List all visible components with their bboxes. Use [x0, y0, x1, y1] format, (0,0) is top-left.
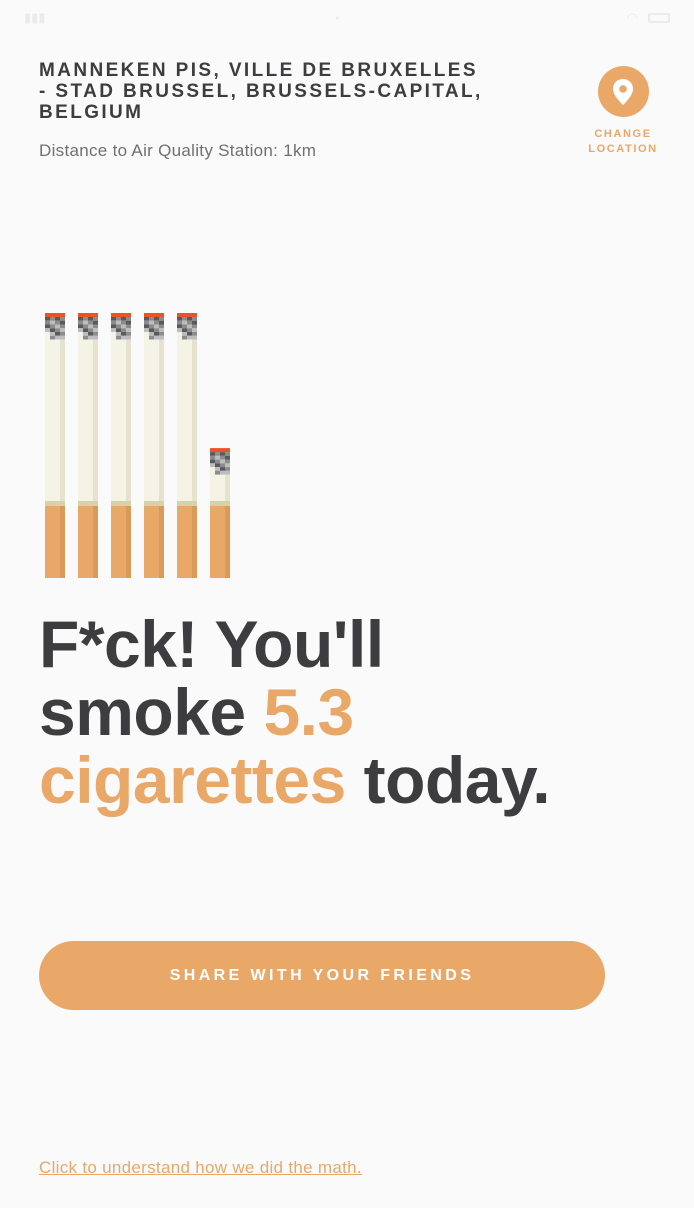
- change-location-label-line2: LOCATION: [588, 143, 658, 155]
- map-pin-icon: [597, 66, 649, 117]
- headline-today: today.: [345, 743, 551, 817]
- change-location-label: CHANGE LOCATION: [588, 127, 657, 157]
- cigarette-icon: [45, 313, 65, 578]
- cigarette-icon: [144, 313, 164, 578]
- headline-smoke: smoke: [39, 675, 264, 749]
- cigarette-unit: cigarettes: [39, 743, 346, 817]
- cigarette-icon: [210, 448, 230, 578]
- signal-icon: ▮▮▮: [24, 10, 46, 25]
- share-button[interactable]: SHARE WITH YOUR FRIENDS: [39, 941, 605, 1010]
- change-location-button[interactable]: CHANGE LOCATION: [584, 66, 662, 157]
- location-title: MANNEKEN PIS, VILLE DE BRUXELLES - STAD …: [39, 60, 483, 123]
- status-right: ◠: [627, 10, 670, 26]
- clock-icon: ◔: [332, 10, 340, 26]
- cigarette-count: 5.3: [263, 675, 354, 749]
- app-screen: ▮▮▮ ◔ ◠ MANNEKEN PIS, VILLE DE BRUXELLES…: [0, 0, 694, 1208]
- cigarette-icon: [177, 313, 197, 578]
- station-distance: Distance to Air Quality Station: 1km: [39, 141, 317, 160]
- headline-intro: F*ck! You'll: [39, 607, 384, 681]
- cigarette-icon: [111, 313, 131, 578]
- headline: F*ck! You'll smoke 5.3 cigarettes today.: [39, 610, 669, 814]
- wifi-icon: ◠: [626, 10, 638, 25]
- change-location-label-line1: CHANGE: [594, 128, 652, 140]
- battery-icon: [647, 13, 670, 23]
- math-explanation-link[interactable]: Click to understand how we did the math.: [39, 1158, 362, 1178]
- cigarette-icon: [78, 313, 98, 578]
- status-bar: ▮▮▮ ◔ ◠: [0, 0, 694, 36]
